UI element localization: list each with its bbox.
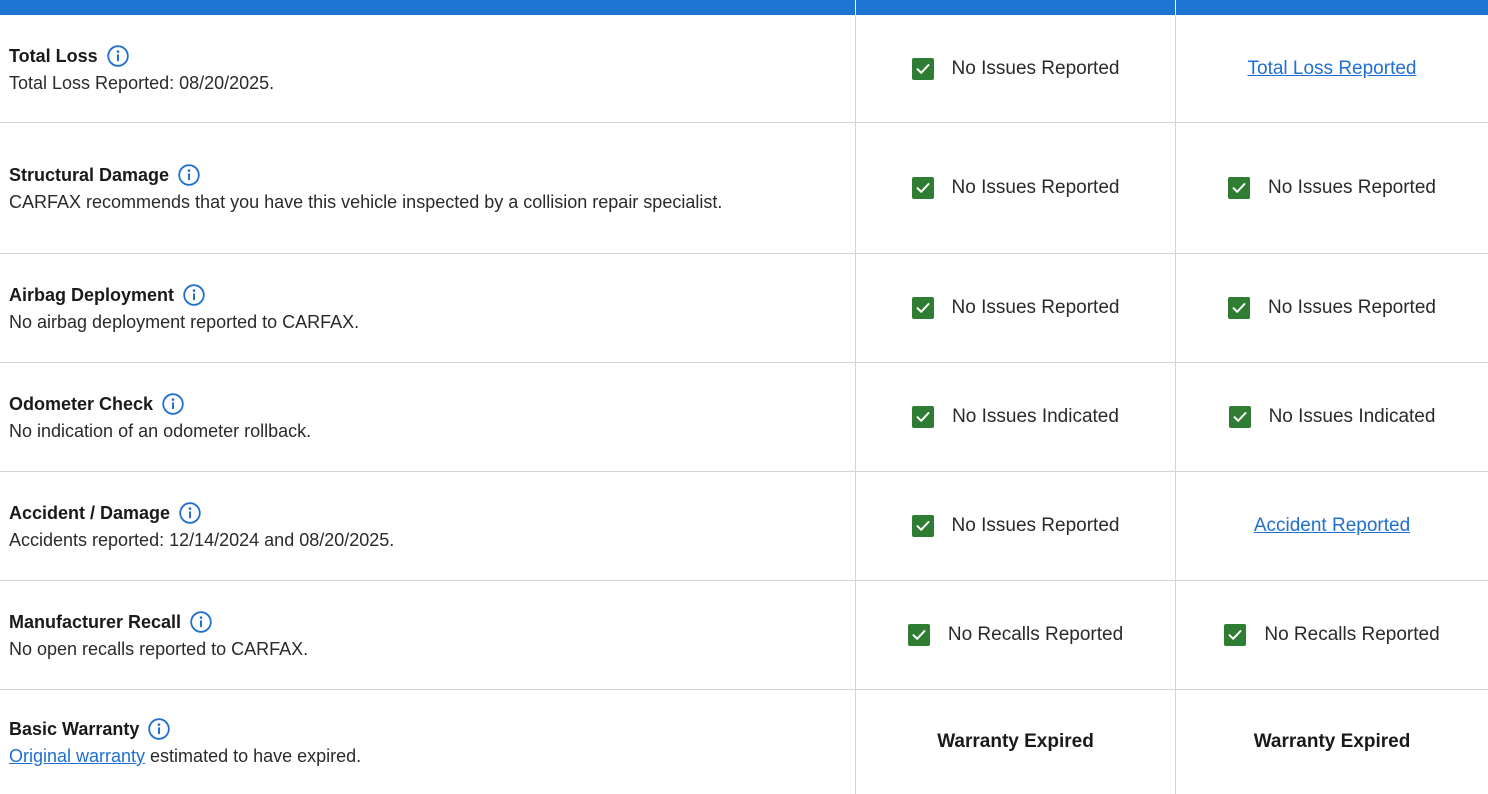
- status-cell-basic-warranty-col2: Warranty Expired: [1176, 690, 1488, 794]
- description-cell-total-loss: Total Loss Total Loss Reported: 08/20/20…: [0, 15, 856, 122]
- status-cell-accident-damage-col1: No Issues Reported: [856, 472, 1176, 580]
- info-icon[interactable]: [106, 44, 129, 67]
- row-title: Airbag Deployment: [9, 284, 359, 306]
- status-text: No Recalls Reported: [947, 624, 1124, 645]
- header-cell-column-2: [1176, 0, 1488, 15]
- info-icon[interactable]: [190, 611, 212, 633]
- check-icon: [1224, 624, 1247, 646]
- row-title: Total Loss: [9, 44, 274, 67]
- row-description: No open recalls reported to CARFAX.: [9, 639, 309, 659]
- status-cell-odometer-check-col2: No Issues Indicated: [1176, 363, 1488, 471]
- vehicle-history-table: Total Loss Total Loss Reported: 08/20/20…: [0, 0, 1488, 794]
- status-cell-manufacturer-recall-col1: No Recalls Reported: [856, 581, 1176, 689]
- row-description: Original warranty estimated to have expi…: [9, 746, 361, 766]
- status-cell-structural-damage-col2: No Issues Reported: [1176, 123, 1488, 253]
- status-text: No Recalls Reported: [1264, 624, 1440, 645]
- warranty-status: Warranty Expired: [1253, 731, 1411, 752]
- status-no-issues: No Issues Reported: [911, 297, 1120, 319]
- header-cell-description: [0, 0, 856, 15]
- status-text: No Issues Reported: [1268, 297, 1436, 318]
- check-icon: [911, 177, 934, 199]
- row-description: CARFAX recommends that you have this veh…: [9, 192, 723, 212]
- accident-reported-link[interactable]: Accident Reported: [1254, 515, 1410, 537]
- check-icon: [907, 624, 930, 646]
- check-icon: [911, 57, 934, 80]
- status-text: No Issues Indicated: [1268, 406, 1436, 427]
- status-no-issues: No Recalls Reported: [907, 624, 1124, 646]
- row-title-text: Structural Damage: [9, 165, 170, 185]
- info-icon[interactable]: [162, 393, 184, 415]
- status-cell-airbag-deployment-col2: No Issues Reported: [1176, 254, 1488, 362]
- status-text: No Issues Reported: [951, 515, 1120, 536]
- check-icon: [1228, 177, 1251, 199]
- check-icon: [911, 297, 934, 319]
- row-description: Accidents reported: 12/14/2024 and 08/20…: [9, 530, 395, 550]
- table-header-bar: [0, 0, 1488, 15]
- row-title: Manufacturer Recall: [9, 611, 308, 633]
- table-row: Accident / Damage Accidents reported: 12…: [0, 472, 1488, 581]
- status-text: No Issues Reported: [951, 177, 1120, 198]
- header-cell-column-1: [856, 0, 1176, 15]
- table-row: Basic Warranty Original warranty estimat…: [0, 690, 1488, 794]
- status-text: No Issues Reported: [951, 297, 1120, 318]
- status-cell-accident-damage-col2: Accident Reported: [1176, 472, 1488, 580]
- warranty-status: Warranty Expired: [937, 731, 1094, 752]
- row-title-text: Total Loss: [9, 45, 98, 66]
- status-cell-total-loss-col1: No Issues Reported: [856, 15, 1176, 122]
- status-no-issues: No Issues Reported: [911, 57, 1120, 80]
- status-no-issues: No Issues Reported: [911, 177, 1120, 199]
- table-row: Airbag Deployment No airbag deployment r…: [0, 254, 1488, 363]
- row-title-text: Manufacturer Recall: [9, 612, 182, 632]
- description-cell-odometer-check: Odometer Check No indication of an odome…: [0, 363, 856, 471]
- status-cell-structural-damage-col1: No Issues Reported: [856, 123, 1176, 253]
- status-no-issues: No Issues Reported: [1228, 177, 1436, 199]
- row-description: No airbag deployment reported to CARFAX.: [9, 312, 360, 332]
- row-description: No indication of an odometer rollback.: [9, 421, 312, 441]
- table-row: Manufacturer Recall No open recalls repo…: [0, 581, 1488, 690]
- status-no-issues: No Issues Reported: [1228, 297, 1436, 319]
- status-no-issues: No Issues Reported: [911, 515, 1120, 537]
- check-icon: [1228, 406, 1251, 428]
- row-title-text: Odometer Check: [9, 394, 154, 414]
- check-icon: [912, 406, 935, 428]
- table-row: Odometer Check No indication of an odome…: [0, 363, 1488, 472]
- status-no-issues: No Recalls Reported: [1224, 624, 1440, 646]
- status-cell-basic-warranty-col1: Warranty Expired: [856, 690, 1176, 794]
- info-icon[interactable]: [179, 502, 201, 524]
- description-cell-manufacturer-recall: Manufacturer Recall No open recalls repo…: [0, 581, 856, 689]
- status-no-issues: No Issues Indicated: [912, 406, 1119, 428]
- table-row: Total Loss Total Loss Reported: 08/20/20…: [0, 15, 1488, 123]
- info-icon[interactable]: [183, 284, 205, 306]
- row-description-text: estimated to have expired.: [145, 746, 362, 766]
- row-title: Basic Warranty: [9, 718, 361, 740]
- original-warranty-link[interactable]: Original warranty: [9, 746, 145, 766]
- check-icon: [911, 515, 934, 537]
- row-title-text: Accident / Damage: [9, 503, 171, 523]
- status-cell-total-loss-col2: Total Loss Reported: [1176, 15, 1488, 122]
- status-text: No Issues Reported: [1268, 177, 1436, 198]
- description-cell-basic-warranty: Basic Warranty Original warranty estimat…: [0, 690, 856, 794]
- status-no-issues: No Issues Indicated: [1228, 406, 1436, 428]
- row-title-text: Basic Warranty: [9, 719, 140, 739]
- status-cell-airbag-deployment-col1: No Issues Reported: [856, 254, 1176, 362]
- status-cell-manufacturer-recall-col2: No Recalls Reported: [1176, 581, 1488, 689]
- table-row: Structural Damage CARFAX recommends that…: [0, 123, 1488, 254]
- row-title: Odometer Check: [9, 393, 311, 415]
- row-title: Accident / Damage: [9, 502, 394, 524]
- status-text: No Issues Indicated: [952, 406, 1119, 427]
- total-loss-reported-link[interactable]: Total Loss Reported: [1248, 58, 1417, 80]
- check-icon: [1228, 297, 1251, 319]
- row-description: Total Loss Reported: 08/20/2025.: [9, 72, 275, 93]
- row-title-text: Airbag Deployment: [9, 285, 175, 305]
- row-title: Structural Damage: [9, 164, 722, 186]
- table-body: Total Loss Total Loss Reported: 08/20/20…: [0, 15, 1488, 794]
- status-cell-odometer-check-col1: No Issues Indicated: [856, 363, 1176, 471]
- info-icon[interactable]: [178, 164, 200, 186]
- description-cell-airbag-deployment: Airbag Deployment No airbag deployment r…: [0, 254, 856, 362]
- description-cell-structural-damage: Structural Damage CARFAX recommends that…: [0, 123, 856, 253]
- description-cell-accident-damage: Accident / Damage Accidents reported: 12…: [0, 472, 856, 580]
- status-text: No Issues Reported: [951, 57, 1120, 79]
- info-icon[interactable]: [148, 718, 171, 740]
